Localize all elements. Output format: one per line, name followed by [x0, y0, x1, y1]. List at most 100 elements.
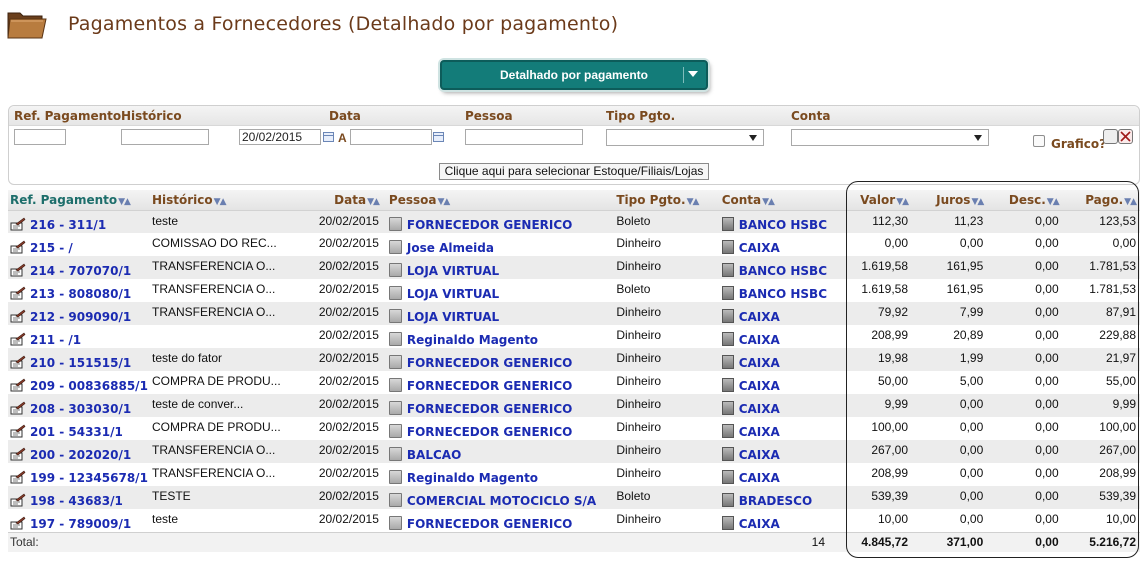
calendar-icon[interactable]	[433, 132, 444, 142]
col-pessoa[interactable]: Pessoa▼▲	[386, 190, 615, 211]
payment-icon[interactable]	[10, 217, 26, 231]
payment-icon[interactable]	[10, 378, 26, 392]
conta-cell[interactable]: BANCO HSBC	[719, 210, 830, 233]
ref-cell[interactable]: 198 - 43683/1	[8, 486, 150, 509]
pessoa-link[interactable]: FORNECEDOR GENERICO	[407, 218, 572, 232]
historico-filter-input[interactable]	[121, 129, 209, 145]
date-from-input[interactable]	[239, 129, 321, 145]
pessoa-cell[interactable]: FORNECEDOR GENERICO	[387, 417, 614, 440]
payment-icon[interactable]	[10, 309, 26, 323]
pessoa-link[interactable]: Jose Almeida	[407, 241, 494, 255]
col-valor[interactable]: Valor▼▲	[829, 190, 913, 211]
table-row[interactable]: 212 - 909090/1 TRANSFERENCIA O... 20/02/20…	[8, 302, 1140, 325]
conta-cell[interactable]: CAIXA	[720, 417, 829, 440]
payment-icon[interactable]	[10, 516, 26, 530]
pessoa-cell[interactable]: FORNECEDOR GENERICO	[386, 348, 615, 371]
ref-cell[interactable]: 200 - 202020/1	[8, 440, 150, 463]
table-row[interactable]: 200 - 202020/1 TRANSFERENCIA O... 20/02/20…	[8, 440, 1140, 463]
ref-cell[interactable]: 199 - 12345678/1	[8, 463, 150, 486]
table-row[interactable]: 215 - / COMISSAO DO REC... 20/02/2015 Jose …	[8, 233, 1140, 256]
pessoa-cell[interactable]: LOJA VIRTUAL	[387, 279, 614, 302]
pessoa-link[interactable]: LOJA VIRTUAL	[407, 264, 499, 278]
pessoa-link[interactable]: FORNECEDOR GENERICO	[407, 356, 572, 370]
ref-cell[interactable]: 216 - 311/1	[8, 210, 150, 233]
conta-cell[interactable]: CAIXA	[720, 325, 829, 348]
table-row[interactable]: 211 - /1 20/02/2015 Reginaldo Magento Dinhe…	[8, 325, 1140, 348]
ref-cell[interactable]: 212 - 909090/1	[8, 302, 150, 325]
ref-link[interactable]: 200 - 202020/1	[30, 448, 131, 462]
conta-cell[interactable]: CAIXA	[719, 302, 830, 325]
col-ref[interactable]: Ref. Pagamento▼▲	[8, 190, 150, 211]
table-row[interactable]: 201 - 54331/1 COMPRA DE PRODU... 20/02/201…	[8, 417, 1140, 440]
select-stock-button[interactable]: Clique aqui para selecionar Estoque/Fili…	[439, 163, 709, 180]
pessoa-link[interactable]: FORNECEDOR GENERICO	[407, 379, 572, 393]
pessoa-cell[interactable]: FORNECEDOR GENERICO	[387, 509, 614, 532]
col-conta[interactable]: Conta▼▲	[719, 190, 830, 211]
pessoa-cell[interactable]: FORNECEDOR GENERICO	[387, 371, 614, 394]
date-to-input[interactable]	[350, 129, 432, 145]
pessoa-cell[interactable]: LOJA VIRTUAL	[386, 256, 615, 279]
pessoa-link[interactable]: LOJA VIRTUAL	[407, 287, 499, 301]
payment-icon[interactable]	[10, 493, 26, 507]
ref-link[interactable]: 201 - 54331/1	[30, 425, 123, 439]
conta-cell[interactable]: CAIXA	[719, 348, 830, 371]
conta-cell[interactable]: CAIXA	[720, 371, 829, 394]
conta-cell[interactable]: CAIXA	[719, 440, 830, 463]
pessoa-link[interactable]: FORNECEDOR GENERICO	[407, 425, 572, 439]
conta-link[interactable]: CAIXA	[739, 379, 780, 393]
pessoa-link[interactable]: FORNECEDOR GENERICO	[407, 517, 572, 531]
table-row[interactable]: 198 - 43683/1 TESTE 20/02/2015 COMERCIAL MO…	[8, 486, 1140, 509]
ref-link[interactable]: 197 - 789009/1	[30, 517, 131, 531]
ref-link[interactable]: 216 - 311/1	[30, 218, 106, 232]
payment-icon[interactable]	[10, 470, 26, 484]
col-juros[interactable]: Juros▼▲	[912, 190, 988, 211]
view-mode-select[interactable]: Detalhado por pagamento	[440, 60, 708, 90]
ref-cell[interactable]: 213 - 808080/1	[8, 279, 150, 302]
pessoa-cell[interactable]: FORNECEDOR GENERICO	[386, 210, 615, 233]
payment-icon[interactable]	[10, 286, 26, 300]
table-row[interactable]: 197 - 789009/1 teste 20/02/2015 FORNECEDOR …	[8, 509, 1140, 532]
ref-cell[interactable]: 215 - /	[8, 233, 150, 256]
conta-cell[interactable]: CAIXA	[720, 509, 829, 532]
pessoa-cell[interactable]: Reginaldo Magento	[387, 325, 614, 348]
grafico-checkbox[interactable]	[1033, 134, 1045, 147]
payment-icon[interactable]	[10, 240, 26, 254]
ref-cell[interactable]: 211 - /1	[8, 325, 150, 348]
ref-cell[interactable]: 209 - 00836885/1	[8, 371, 150, 394]
conta-cell[interactable]: CAIXA	[720, 463, 829, 486]
payment-icon[interactable]	[10, 401, 26, 415]
pessoa-cell[interactable]: BALCAO	[386, 440, 615, 463]
payment-icon[interactable]	[10, 332, 26, 346]
col-data[interactable]: Data▼▲	[316, 190, 387, 211]
conta-select[interactable]	[791, 129, 989, 146]
payment-icon[interactable]	[10, 424, 26, 438]
ref-link[interactable]: 214 - 707070/1	[30, 264, 131, 278]
conta-link[interactable]: CAIXA	[739, 517, 780, 531]
pessoa-filter-input[interactable]	[465, 129, 583, 145]
ref-filter-input[interactable]	[14, 129, 66, 145]
pessoa-cell[interactable]: LOJA VIRTUAL	[386, 302, 615, 325]
conta-cell[interactable]: BANCO HSBC	[719, 256, 830, 279]
conta-cell[interactable]: BANCO HSBC	[720, 279, 829, 302]
table-row[interactable]: 209 - 00836885/1 COMPRA DE PRODU... 20/02/…	[8, 371, 1140, 394]
ref-link[interactable]: 209 - 00836885/1	[30, 379, 148, 393]
table-row[interactable]: 210 - 151515/1 teste do fator 20/02/2015 FO…	[8, 348, 1140, 371]
conta-link[interactable]: BANCO HSBC	[739, 264, 827, 278]
conta-link[interactable]: BANCO HSBC	[739, 287, 827, 301]
table-row[interactable]: 213 - 808080/1 TRANSFERENCIA O... 20/02/20…	[8, 279, 1140, 302]
ref-cell[interactable]: 210 - 151515/1	[8, 348, 150, 371]
ref-cell[interactable]: 201 - 54331/1	[8, 417, 150, 440]
table-row[interactable]: 214 - 707070/1 TRANSFERENCIA O... 20/02/20…	[8, 256, 1140, 279]
payment-icon[interactable]	[10, 263, 26, 277]
conta-link[interactable]: CAIXA	[739, 356, 780, 370]
col-pago[interactable]: Pago.▼▲	[1062, 190, 1140, 211]
search-icon[interactable]	[1103, 129, 1118, 144]
ref-link[interactable]: 215 - /	[30, 241, 73, 255]
conta-cell[interactable]: CAIXA	[720, 233, 829, 256]
conta-link[interactable]: CAIXA	[739, 448, 780, 462]
ref-cell[interactable]: 197 - 789009/1	[8, 509, 150, 532]
calendar-icon[interactable]	[323, 132, 334, 142]
pessoa-link[interactable]: FORNECEDOR GENERICO	[407, 402, 572, 416]
pessoa-link[interactable]: Reginaldo Magento	[407, 471, 538, 485]
table-row[interactable]: 208 - 303030/1 teste de conver... 20/02/20…	[8, 394, 1140, 417]
